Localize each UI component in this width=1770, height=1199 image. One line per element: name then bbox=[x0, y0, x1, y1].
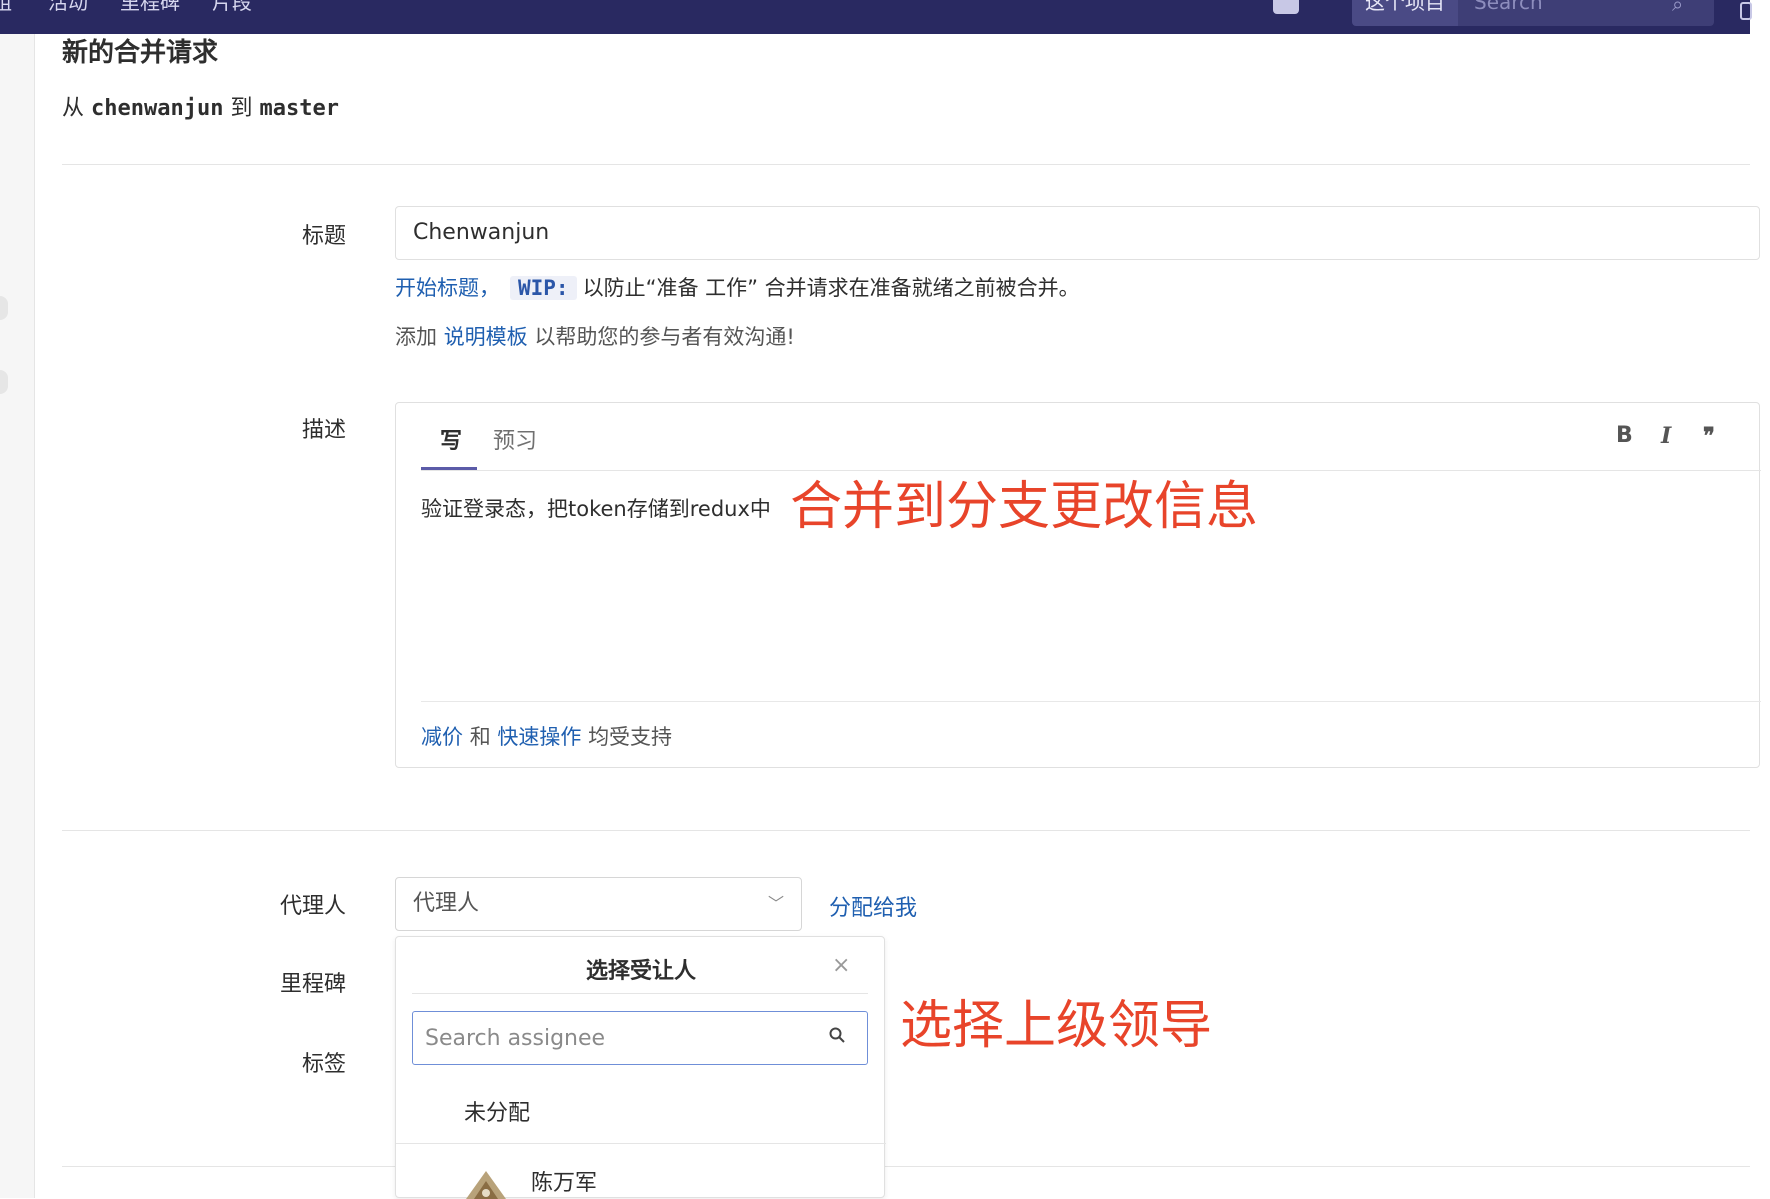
nav-right-icon[interactable] bbox=[1740, 2, 1752, 20]
tab-write[interactable]: 写 bbox=[440, 423, 462, 455]
annotation-assignee-note: 选择上级领导 bbox=[900, 996, 1213, 1056]
sidebar-dot-icon[interactable] bbox=[0, 370, 8, 394]
left-sidebar bbox=[0, 34, 35, 1198]
wip-hint-text: 以防止“准备 工作” 合并请求在准备就绪之前被合并。 bbox=[582, 276, 1080, 300]
user-avatar-icon[interactable] bbox=[1273, 0, 1299, 14]
quick-actions-link[interactable]: 快速操作 bbox=[497, 725, 581, 749]
template-hint-suffix: 以帮助您的参与者有效沟通! bbox=[534, 325, 795, 349]
milestone-label: 里程碑 bbox=[279, 972, 346, 997]
user-avatar-icon bbox=[466, 1171, 506, 1199]
description-label: 描述 bbox=[301, 418, 346, 443]
assignee-select[interactable]: 代理人 ﹀ bbox=[395, 877, 802, 931]
description-editor: 写 预习 B I ❞ 验证登录态，把token存储到redux中 减价 和 快速… bbox=[395, 402, 1761, 768]
wip-code: WIP: bbox=[510, 276, 577, 300]
chevron-down-icon: ﹀ bbox=[768, 894, 785, 913]
nav-item-groups[interactable]: 组 bbox=[0, 0, 12, 15]
assignee-select-value: 代理人 bbox=[413, 891, 480, 916]
markdown-link[interactable]: 减价 bbox=[421, 725, 463, 749]
divider bbox=[62, 830, 1750, 831]
assignee-dropdown: 选择受让人 × 未分配 陈万军 bbox=[395, 936, 886, 1199]
dropdown-title: 选择受让人 bbox=[585, 959, 696, 984]
nav-item-activity[interactable]: 活动 bbox=[48, 0, 88, 15]
close-icon[interactable]: × bbox=[832, 953, 850, 978]
assign-to-me-link[interactable]: 分配给我 bbox=[829, 890, 917, 922]
nav-item-milestones[interactable]: 里程碑 bbox=[120, 0, 180, 15]
dropdown-item-unassigned[interactable]: 未分配 bbox=[464, 1095, 530, 1127]
description-template-link[interactable]: 说明模板 bbox=[444, 325, 528, 349]
top-navbar: 组 活动 里程碑 片段 ▾ 这个项目 Search ⌕ bbox=[0, 0, 1752, 34]
divider bbox=[62, 164, 1750, 165]
description-textarea[interactable]: 验证登录态，把token存储到redux中 bbox=[421, 493, 771, 523]
annotation-description-note: 合并到分支更改信息 bbox=[790, 477, 1259, 537]
divider bbox=[396, 1143, 886, 1144]
italic-icon[interactable]: I bbox=[1661, 423, 1671, 449]
user-name: 陈万军 bbox=[531, 1171, 598, 1196]
wip-hint: 开始标题， WIP: 以防止“准备 工作” 合并请求在准备就绪之前被合并。 bbox=[395, 272, 1080, 302]
divider bbox=[412, 993, 868, 994]
quote-icon[interactable]: ❞ bbox=[1703, 423, 1715, 449]
labels-label: 标签 bbox=[301, 1052, 346, 1077]
assignee-search-input[interactable] bbox=[412, 1011, 868, 1065]
search-icon[interactable]: ⌕ bbox=[1672, 0, 1683, 16]
assignee-label: 代理人 bbox=[279, 894, 346, 919]
target-branch: master bbox=[259, 96, 339, 121]
editor-footer: 减价 和 快速操作 均受支持 bbox=[421, 721, 672, 751]
from-word: 从 bbox=[62, 96, 85, 121]
nav-item-snippets[interactable]: 片段 bbox=[212, 0, 252, 15]
divider bbox=[421, 701, 1761, 702]
dropdown-item-user[interactable]: 陈万军 bbox=[396, 1161, 886, 1199]
search-icon bbox=[829, 1027, 845, 1043]
start-title-link[interactable]: 开始标题， bbox=[395, 276, 500, 300]
sidebar-dot-icon[interactable] bbox=[0, 296, 8, 320]
chevron-down-icon[interactable]: ▾ bbox=[1308, 0, 1315, 4]
branch-info: 从 chenwanjun 到 master bbox=[62, 90, 339, 122]
template-hint: 添加 说明模板 以帮助您的参与者有效沟通! bbox=[395, 321, 795, 351]
tab-preview[interactable]: 预习 bbox=[493, 423, 537, 455]
bold-icon[interactable]: B bbox=[1616, 423, 1633, 448]
source-branch: chenwanjun bbox=[91, 96, 224, 121]
template-hint-prefix: 添加 bbox=[395, 325, 437, 349]
footer-suffix: 均受支持 bbox=[588, 725, 673, 749]
title-label: 标题 bbox=[301, 224, 346, 249]
page-title: 新的合并请求 bbox=[62, 38, 219, 68]
footer-and: 和 bbox=[469, 725, 491, 749]
to-word: 到 bbox=[230, 96, 253, 121]
title-input[interactable]: Chenwanjun bbox=[395, 206, 1760, 260]
divider bbox=[62, 1166, 1750, 1167]
search-scope-button[interactable]: 这个项目 bbox=[1352, 0, 1458, 26]
